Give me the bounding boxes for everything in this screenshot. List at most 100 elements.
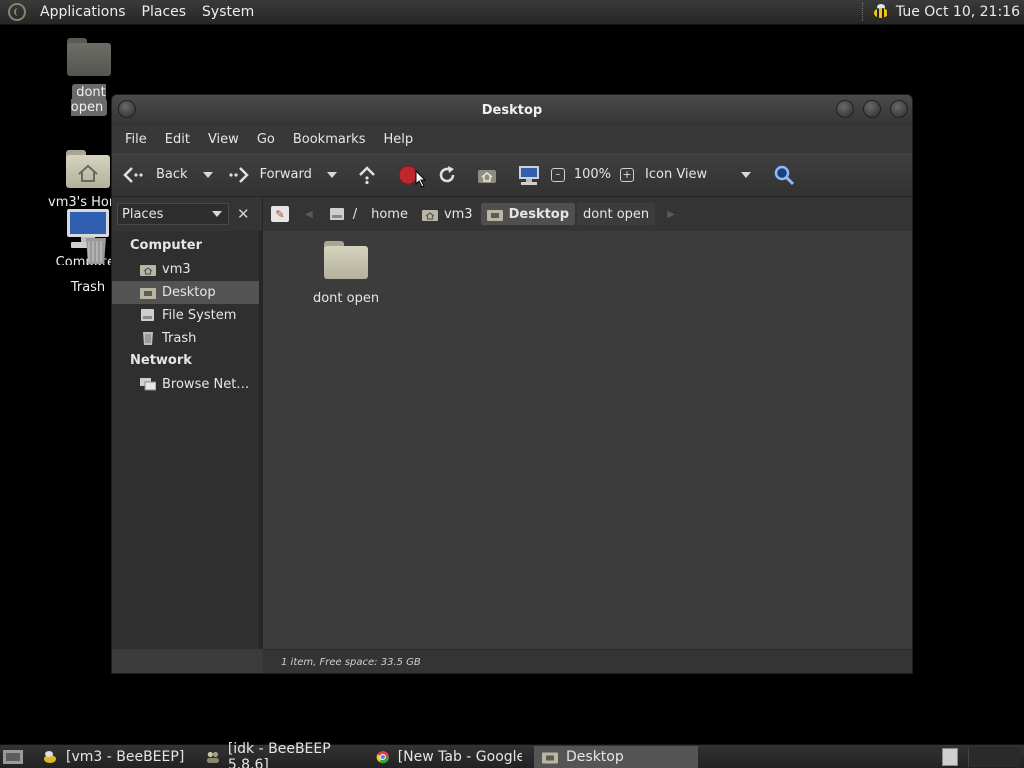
side-pane-select[interactable]: Places [117,203,229,225]
trash-icon [86,238,106,264]
mouse-cursor-icon [415,169,427,188]
file-manager-window: Desktop File Edit View Go Bookmarks Help… [111,94,913,674]
menu-file[interactable]: File [116,132,156,147]
beebeep-icon [44,750,56,763]
path-scroll-left-icon[interactable]: ◀ [305,209,313,220]
menu-go[interactable]: Go [248,132,284,147]
crumb-label: / [352,206,358,222]
maximize-button[interactable] [863,100,881,118]
trash-icon [143,332,153,345]
chevron-down-icon [212,211,222,217]
home-icon[interactable] [476,165,498,185]
chrome-icon [376,750,389,763]
view-mode-label: Icon View [645,167,708,182]
task-label: Desktop [566,748,624,765]
home-folder-icon [140,265,156,276]
file-view[interactable]: dont open [263,231,912,649]
file-item-label: dont open [312,291,380,306]
menu-places[interactable]: Places [134,4,195,20]
close-side-pane-icon[interactable]: ✕ [237,205,250,223]
crumb-label: vm3 [443,206,473,222]
location-bar: Places ✕ ✎ ◀ / home vm3 Desktop dont ope… [112,197,912,231]
sidebar-item-label: Desktop [162,285,216,300]
edit-location-icon[interactable]: ✎ [271,206,289,222]
side-pane-header: Places ✕ [112,197,263,231]
crumb-root[interactable]: / [323,203,363,225]
close-button[interactable] [890,100,908,118]
crumb-vm3[interactable]: vm3 [416,203,479,225]
back-arrow-icon [123,166,143,183]
forward-button[interactable]: Forward [228,166,312,184]
folder-icon [324,241,368,279]
task-beebeep-idk[interactable]: [idk - BeeBEEP 5.8.6] [198,741,364,768]
window-titlebar[interactable]: Desktop [112,95,912,125]
back-label: Back [156,167,188,182]
menu-edit[interactable]: Edit [156,132,199,147]
clock[interactable]: Tue Oct 10, 21:16 [896,4,1020,20]
beebeep-users-icon [206,751,219,763]
desktop-folder-icon [486,209,503,221]
menu-system[interactable]: System [194,4,262,20]
crumb-label: dont open [583,206,650,222]
back-button[interactable]: Back [122,166,188,184]
sidebar-heading-computer: Computer [130,238,203,253]
back-history-dropdown-icon[interactable] [202,171,213,178]
forward-history-dropdown-icon[interactable] [326,171,337,178]
file-item-dont-open[interactable]: dont open [311,241,381,306]
view-mode-dropdown-icon[interactable] [741,171,752,178]
crumb-desktop[interactable]: Desktop [480,203,576,225]
task-label: [New Tab - Google ... [397,748,522,765]
minimize-button[interactable] [836,100,854,118]
task-chrome-new-tab[interactable]: [New Tab - Google ... [368,746,530,768]
sidebar-item-label: File System [162,308,237,323]
drive-icon [141,309,154,321]
task-label: [vm3 - BeeBEEP] [66,748,185,765]
show-desktop-icon[interactable] [2,748,24,766]
beebeep-tray-icon[interactable] [872,4,890,20]
distro-logo-icon[interactable] [8,3,26,21]
crumb-label: home [371,206,408,222]
home-folder-icon [421,209,438,221]
menubar: File Edit View Go Bookmarks Help [112,125,912,153]
desktop-icon-label: dont open [70,84,108,116]
bottom-panel: [vm3 - BeeBEEP] [idk - BeeBEEP 5.8.6] [N… [0,741,1024,768]
crumb-label: Desktop [508,206,570,222]
crumb-home[interactable]: home [365,203,414,225]
workspace-switcher[interactable] [942,747,958,766]
path-scroll-right-icon[interactable]: ▶ [667,209,675,220]
computer-icon[interactable] [517,164,541,186]
sidebar-item-label: Browse Net… [162,377,250,392]
sidebar-item-desktop[interactable]: Desktop [112,281,259,304]
window-menu-button[interactable] [118,100,136,118]
places-sidebar: Computer vm3 Desktop File System Trash N… [112,231,263,649]
task-label: [idk - BeeBEEP 5.8.6] [227,740,331,768]
menu-view[interactable]: View [199,132,248,147]
status-bar: 1 item, Free space: 33.5 GB [263,649,912,673]
desktop-folder-icon [542,752,558,763]
sidebar-item-vm3[interactable]: vm3 [112,258,259,281]
up-arrow-icon[interactable] [357,165,377,185]
task-beebeep-vm3[interactable]: [vm3 - BeeBEEP] [34,746,194,768]
search-icon[interactable] [773,164,795,186]
sidebar-item-trash[interactable]: Trash [112,327,259,350]
menu-bookmarks[interactable]: Bookmarks [284,132,375,147]
workspace-switcher-empty[interactable] [968,746,1020,767]
content-area: Computer vm3 Desktop File System Trash N… [112,231,912,649]
zoom-in-icon[interactable]: + [620,167,635,182]
view-mode-select[interactable]: Icon View [645,167,741,182]
reload-icon[interactable] [436,164,458,186]
sidebar-heading-network: Network [130,353,192,368]
status-text: 1 item, Free space: 33.5 GB [281,656,421,668]
window-title: Desktop [481,102,543,118]
panel-separator [861,3,864,21]
folder-icon [67,38,111,76]
menu-help[interactable]: Help [374,132,422,147]
zoom-out-icon[interactable]: – [550,167,565,182]
task-desktop[interactable]: Desktop [534,745,698,768]
side-pane-select-label: Places [122,206,164,222]
sidebar-item-file-system[interactable]: File System [112,304,259,327]
sidebar-item-browse-network[interactable]: Browse Net… [112,373,259,396]
crumb-dont-open[interactable]: dont open [577,203,656,225]
toolbar: Back Forward – 100% + Icon View [112,153,912,197]
menu-applications[interactable]: Applications [32,4,134,20]
